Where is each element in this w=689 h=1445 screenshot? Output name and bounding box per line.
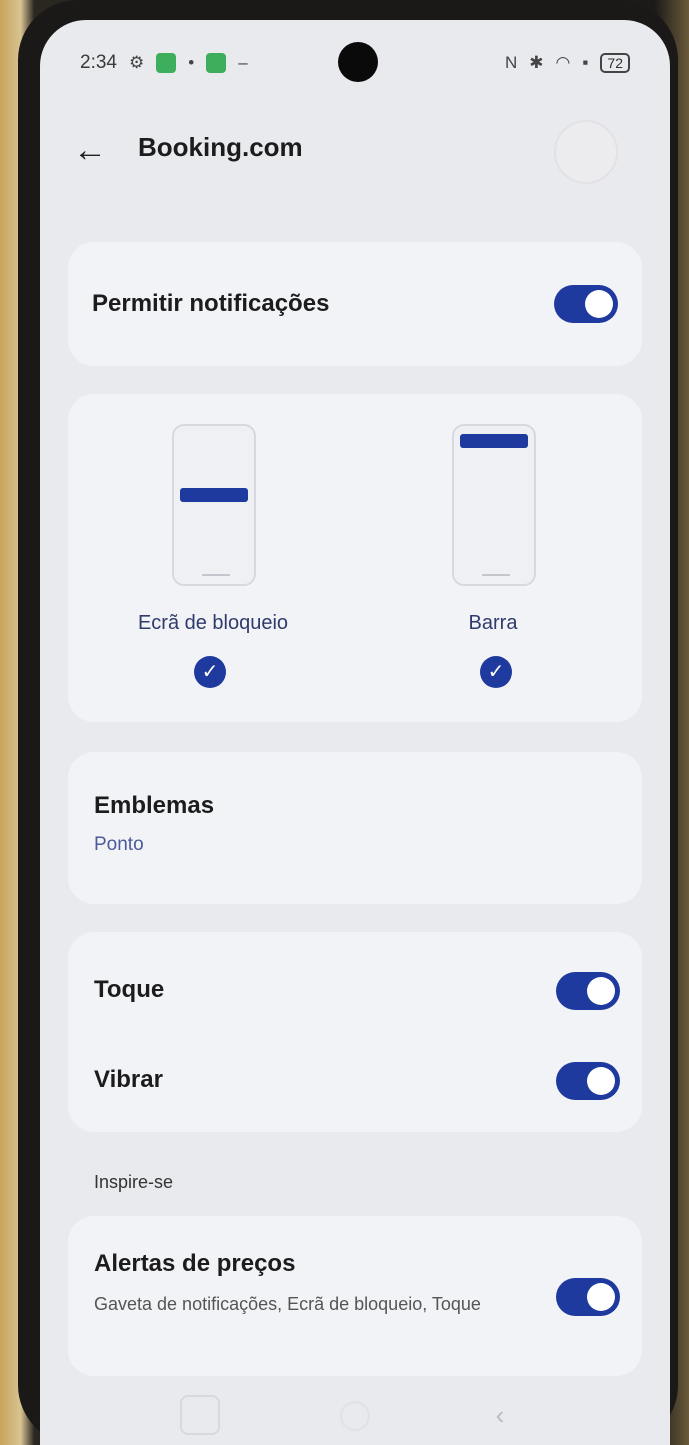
allow-notifications-toggle[interactable]	[554, 285, 618, 323]
battery-icon: 72	[600, 53, 630, 73]
status-time: 2:34	[80, 52, 117, 73]
lock-screen-preview[interactable]	[172, 424, 256, 586]
check-icon: ✓	[201, 661, 219, 683]
nfc-icon: N	[505, 53, 518, 72]
section-header: Inspire-se	[94, 1172, 174, 1192]
lock-screen-checkbox[interactable]: ✓	[194, 656, 226, 688]
lock-screen-label: Ecrã de bloqueio	[137, 612, 289, 634]
banner-preview[interactable]	[452, 424, 536, 586]
badges-card[interactable]: Emblemas Ponto	[68, 752, 642, 904]
bluetooth-icon: ✱	[529, 53, 544, 72]
more-icon: –	[238, 53, 248, 72]
price-alerts-description: Gaveta de notificações, Ecrã de bloqueio…	[94, 1294, 481, 1314]
sound-label: Toque	[94, 976, 165, 1003]
allow-notifications-label: Permitir notificações	[92, 290, 330, 317]
badges-title: Emblemas	[94, 792, 215, 819]
screen: 2:34 ⚙ • – N ✱ ◠ ▪ 72 ← Booking.com Perm…	[40, 20, 670, 1445]
sound-vibrate-card: Toque Vibrar	[68, 932, 642, 1132]
sound-toggle[interactable]	[556, 972, 620, 1010]
banner-label: Barra	[468, 612, 518, 634]
preview-handle-2	[482, 574, 510, 576]
price-alerts-card[interactable]: Alertas de preços Gaveta de notificações…	[68, 1216, 642, 1376]
back-button[interactable]: ←	[68, 128, 112, 172]
allow-notifications-card[interactable]: Permitir notificações	[68, 242, 642, 366]
wifi-icon: ◠	[555, 53, 571, 72]
status-left: 2:34 ⚙ • –	[80, 52, 248, 74]
status-right: N ✱ ◠ ▪ 72	[505, 53, 630, 73]
banner-bar	[460, 434, 528, 448]
back-arrow-icon: ←	[73, 130, 107, 169]
banner-checkbox[interactable]: ✓	[480, 656, 512, 688]
app-header: ← Booking.com	[40, 120, 670, 184]
signal-icon: ▪	[582, 53, 589, 72]
app-notification-icon	[156, 53, 177, 73]
nav-back-button[interactable]: ‹	[480, 1395, 520, 1435]
app-notification-icon-2	[206, 53, 227, 73]
vibrate-label: Vibrar	[94, 1066, 163, 1093]
badges-value: Ponto	[94, 834, 144, 855]
sync-icon: ⚙	[128, 53, 145, 72]
display-options-card: Ecrã de bloqueio Barra ✓ ✓	[68, 394, 642, 722]
app-icon-button[interactable]	[554, 120, 618, 184]
nav-back-icon: ‹	[495, 1400, 505, 1430]
vibrate-toggle[interactable]	[556, 1062, 620, 1100]
android-icon: •	[188, 53, 195, 72]
status-bar: 2:34 ⚙ • – N ✱ ◠ ▪ 72	[80, 48, 630, 78]
preview-handle	[202, 574, 230, 576]
recent-apps-button[interactable]	[180, 1395, 220, 1435]
price-alerts-toggle[interactable]	[556, 1278, 620, 1316]
home-button[interactable]	[340, 1401, 370, 1431]
price-alerts-title: Alertas de preços	[94, 1250, 296, 1277]
navigation-bar: ‹	[40, 1385, 670, 1445]
check-icon-2: ✓	[487, 661, 505, 683]
page-title: Booking.com	[138, 132, 303, 162]
lock-screen-banner	[180, 488, 248, 502]
